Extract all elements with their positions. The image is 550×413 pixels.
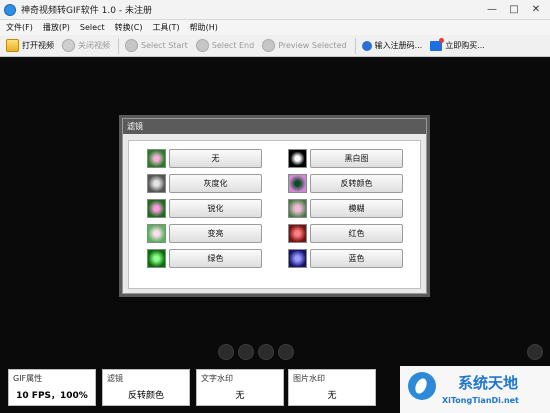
settings-icon[interactable] — [527, 344, 543, 360]
text-watermark-value: 无 — [235, 391, 245, 401]
filter-black-white[interactable]: 黑白图 — [288, 149, 403, 168]
open-video-label: 打开视频 — [22, 41, 54, 50]
menu-convert[interactable]: 转换(C) — [115, 22, 143, 33]
filter-panel[interactable]: 滤镜 反转颜色 — [102, 369, 190, 406]
pause-icon[interactable] — [238, 344, 254, 360]
filter-thumbnail — [288, 199, 307, 218]
filter-thumbnail — [288, 249, 307, 268]
image-watermark-label: 图片水印 — [293, 374, 325, 383]
text-watermark-label: 文字水印 — [201, 374, 233, 383]
select-start-label: Select Start — [141, 41, 188, 50]
site-watermark-title: 系统天地 — [458, 374, 519, 392]
buy-now-button[interactable]: 立即购买... — [430, 37, 485, 51]
menu-select[interactable]: Select — [80, 23, 105, 32]
menu-play[interactable]: 播放(P) — [43, 22, 70, 33]
text-watermark-panel[interactable]: 文字水印 无 — [196, 369, 284, 406]
filter-grayscale[interactable]: 灰度化 — [147, 174, 262, 193]
stop-icon[interactable] — [258, 344, 274, 360]
close-video-label: 关闭视频 — [78, 41, 110, 50]
close-video-icon — [62, 39, 75, 52]
filter-red[interactable]: 红色 — [288, 224, 403, 243]
filter-blur-button[interactable]: 模糊 — [310, 199, 403, 218]
app-icon — [4, 3, 16, 16]
preview-icon — [262, 39, 276, 52]
register-label: 输入注册码... — [374, 41, 423, 50]
filter-blur[interactable]: 模糊 — [288, 199, 403, 218]
filter-green-button[interactable]: 绿色 — [169, 249, 262, 268]
maximize-icon[interactable]: □ — [505, 2, 523, 17]
image-watermark-panel[interactable]: 图片水印 无 — [288, 369, 376, 406]
filter-label: 滤镜 — [107, 374, 123, 383]
menu-tools[interactable]: 工具(T) — [152, 22, 179, 33]
filter-grayscale-button[interactable]: 灰度化 — [169, 174, 262, 193]
filter-thumbnail — [147, 149, 166, 168]
folder-icon — [6, 39, 19, 52]
gif-properties-panel[interactable]: GIF属性 10 FPS，100% — [8, 369, 96, 406]
site-watermark-url: XiTongTianDi.net — [442, 396, 519, 405]
preview-selected-label: Preview Selected — [278, 41, 347, 50]
filter-thumbnail — [288, 174, 307, 193]
filter-brighten[interactable]: 变亮 — [147, 224, 262, 243]
filter-sharpen-button[interactable]: 锐化 — [169, 199, 262, 218]
filter-thumbnail — [147, 224, 166, 243]
key-icon — [361, 40, 372, 51]
filter-brighten-button[interactable]: 变亮 — [169, 224, 262, 243]
filter-invert[interactable]: 反转颜色 — [288, 174, 403, 193]
filter-black-white-button[interactable]: 黑白图 — [310, 149, 403, 168]
toolbar-divider — [118, 37, 119, 54]
filter-blue[interactable]: 蓝色 — [288, 249, 403, 268]
filter-thumbnail — [147, 174, 166, 193]
site-logo-icon — [408, 372, 436, 400]
select-start-button[interactable]: Select Start — [125, 39, 188, 52]
gif-properties-label: GIF属性 — [13, 374, 43, 383]
filter-green[interactable]: 绿色 — [147, 249, 262, 268]
filter-thumbnail — [288, 149, 307, 168]
filter-none-button[interactable]: 无 — [169, 149, 262, 168]
title-bar: 神奇视频转GIF软件 1.0 - 未注册 — □ ✕ — [0, 0, 550, 20]
filter-sharpen[interactable]: 锐化 — [147, 199, 262, 218]
close-video-button[interactable]: 关闭视频 — [62, 39, 110, 52]
filter-value: 反转颜色 — [127, 391, 164, 401]
select-end-label: Select End — [211, 41, 255, 50]
select-start-icon — [125, 39, 138, 52]
filter-list: 无 灰度化 锐化 变亮 绿色 黑白图 反转颜色 模糊 红色 蓝色 — [128, 140, 421, 289]
register-button[interactable]: 输入注册码... — [361, 40, 423, 51]
preview-selected-button[interactable]: Preview Selected — [262, 39, 347, 52]
filter-thumbnail — [147, 199, 166, 218]
select-end-icon — [195, 39, 209, 52]
window-title: 神奇视频转GIF软件 1.0 - 未注册 — [21, 6, 152, 16]
menu-help[interactable]: 帮助(H) — [190, 22, 218, 33]
filter-red-button[interactable]: 红色 — [310, 224, 403, 243]
cart-icon — [430, 37, 445, 51]
dialog-title: 滤镜 — [123, 119, 426, 134]
filter-thumbnail — [147, 249, 166, 268]
buy-now-label: 立即购买... — [445, 41, 485, 50]
select-end-button[interactable]: Select End — [195, 39, 255, 52]
play-icon[interactable] — [218, 344, 234, 360]
toolbar: 打开视频 关闭视频 Select Start Select End Previe… — [0, 35, 550, 57]
filter-dialog: 滤镜 无 灰度化 锐化 变亮 绿色 黑白图 反转颜色 模糊 红色 蓝色 — [122, 118, 427, 294]
toolbar-divider — [354, 37, 356, 54]
filter-blue-button[interactable]: 蓝色 — [310, 249, 403, 268]
filter-none[interactable]: 无 — [147, 149, 262, 168]
close-icon[interactable]: ✕ — [527, 2, 545, 17]
minimize-icon[interactable]: — — [483, 2, 501, 17]
gif-properties-value: 10 FPS，100% — [16, 391, 88, 401]
filter-invert-button[interactable]: 反转颜色 — [310, 174, 403, 193]
site-watermark: 系统天地 XiTongTianDi.net — [400, 366, 550, 413]
playback-bar — [0, 339, 550, 366]
filter-thumbnail — [288, 224, 307, 243]
menu-file[interactable]: 文件(F) — [6, 22, 33, 33]
next-frame-icon[interactable] — [278, 344, 294, 360]
menu-bar: 文件(F) 播放(P) Select 转换(C) 工具(T) 帮助(H) — [0, 20, 550, 35]
image-watermark-value: 无 — [327, 391, 337, 401]
open-video-button[interactable]: 打开视频 — [6, 39, 54, 52]
